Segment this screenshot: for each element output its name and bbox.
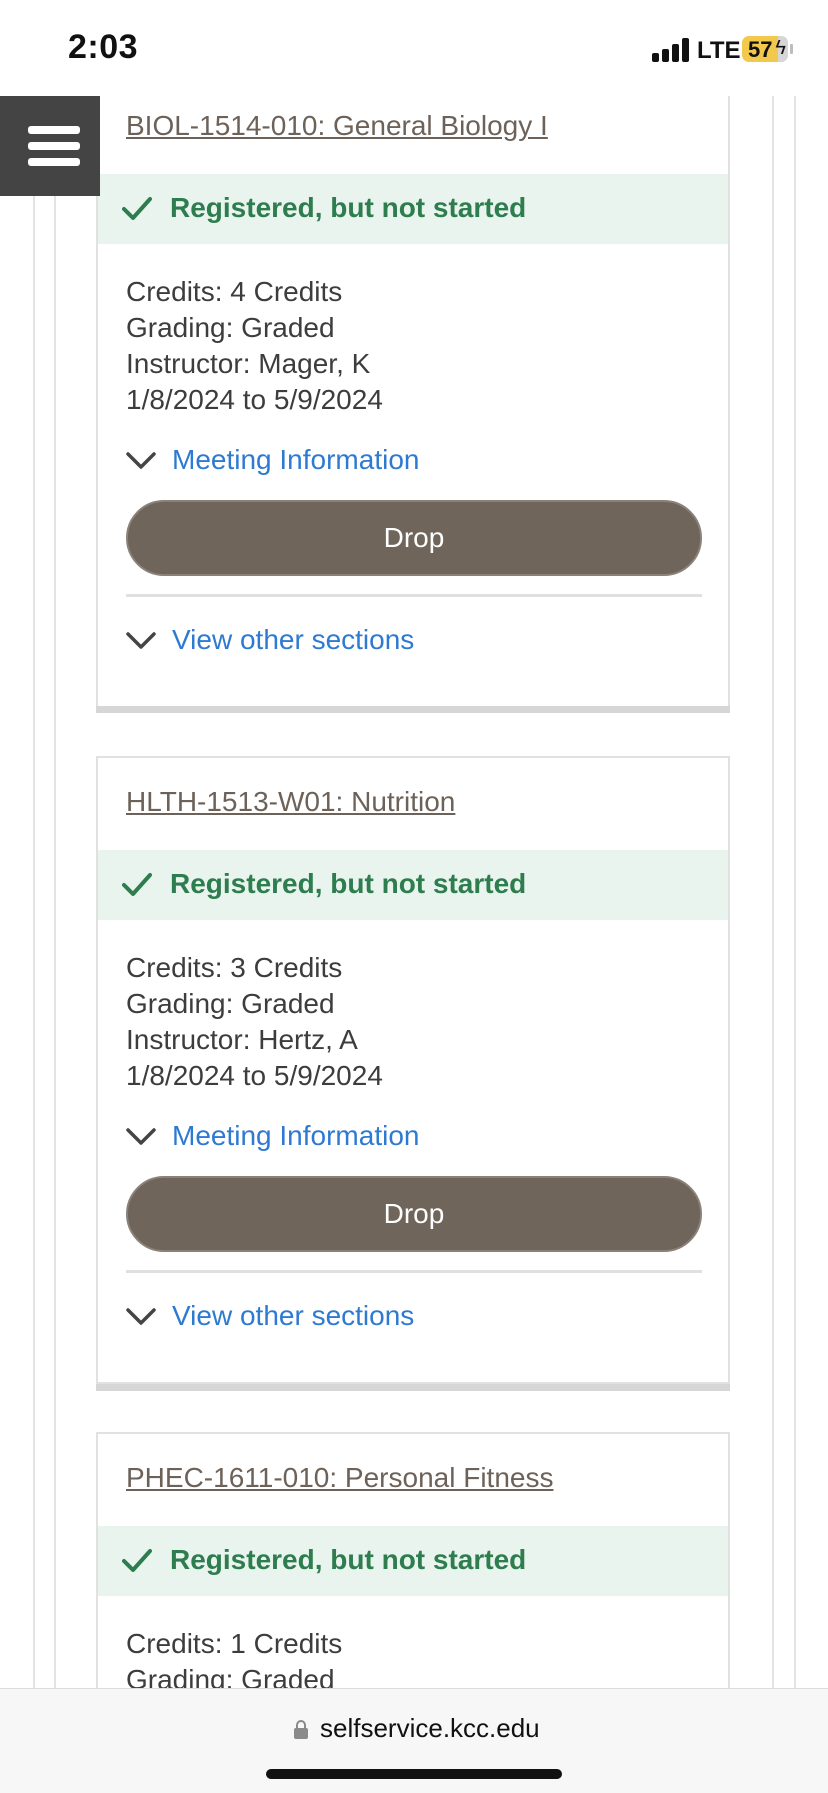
chevron-down-icon <box>126 1128 156 1145</box>
network-type: LTE <box>697 37 741 64</box>
check-icon <box>122 1549 152 1572</box>
menu-button[interactable] <box>0 96 100 196</box>
page-frame-line <box>33 96 35 1688</box>
status-text: Registered, but not started <box>170 868 527 899</box>
divider <box>126 1270 702 1273</box>
check-icon <box>122 873 152 896</box>
meeting-information-label: Meeting Information <box>172 1120 420 1151</box>
battery-nub <box>790 44 793 54</box>
course-grading: Grading: Graded <box>126 988 335 1019</box>
meeting-information-label: Meeting Information <box>172 444 420 475</box>
view-other-sections-label: View other sections <box>172 1300 415 1331</box>
chevron-down-icon <box>126 1308 156 1325</box>
card-shadow <box>96 706 730 713</box>
card-shadow <box>96 1384 730 1391</box>
chevron-down-icon <box>126 452 156 469</box>
course-card: HLTH-1513-W01: Nutrition Registered, but… <box>96 756 730 1391</box>
course-instructor: Instructor: Mager, K <box>126 348 371 379</box>
course-card: BIOL-1514-010: General Biology I Registe… <box>96 82 730 713</box>
view-other-sections-label: View other sections <box>172 624 415 655</box>
battery-icon: 57 ϟ <box>742 36 788 62</box>
course-dates: 1/8/2024 to 5/9/2024 <box>126 384 383 415</box>
page-frame-line <box>772 96 774 1688</box>
registration-status: Registered, but not started <box>98 174 728 244</box>
drop-button[interactable]: Drop <box>126 500 702 576</box>
page-frame-line <box>794 96 796 1688</box>
course-dates: 1/8/2024 to 5/9/2024 <box>126 1060 383 1091</box>
signal-icon <box>652 36 692 62</box>
home-indicator <box>266 1769 562 1779</box>
status-bar: 2:03 LTE 57 ϟ <box>0 0 828 96</box>
status-text: Registered, but not started <box>170 192 527 223</box>
course-instructor: Instructor: Hertz, A <box>126 1024 358 1055</box>
lock-icon <box>294 1720 308 1739</box>
course-card: PHEC-1611-010: Personal Fitness Register… <box>96 1432 730 1732</box>
status-text: Registered, but not started <box>170 1544 527 1575</box>
course-credits: Credits: 1 Credits <box>126 1628 343 1659</box>
registration-status: Registered, but not started <box>98 1526 728 1596</box>
battery-level: 57 <box>748 37 773 62</box>
course-title-link[interactable]: BIOL-1514-010: General Biology I <box>126 110 548 142</box>
charging-bolt-icon: ϟ <box>775 37 786 59</box>
drop-button[interactable]: Drop <box>126 1176 702 1252</box>
course-credits: Credits: 3 Credits <box>126 952 343 983</box>
status-time: 2:03 <box>68 28 139 66</box>
page-frame-line <box>54 96 56 1688</box>
chevron-down-icon <box>126 632 156 649</box>
check-icon <box>122 197 152 220</box>
registration-status: Registered, but not started <box>98 850 728 920</box>
course-title-link[interactable]: HLTH-1513-W01: Nutrition <box>126 786 455 818</box>
url-text[interactable]: selfservice.kcc.edu <box>320 1713 540 1744</box>
course-grading: Grading: Graded <box>126 312 335 343</box>
browser-address-bar[interactable]: selfservice.kcc.edu <box>0 1688 828 1793</box>
divider <box>126 594 702 597</box>
course-credits: Credits: 4 Credits <box>126 276 343 307</box>
course-title-link[interactable]: PHEC-1611-010: Personal Fitness <box>126 1462 553 1494</box>
